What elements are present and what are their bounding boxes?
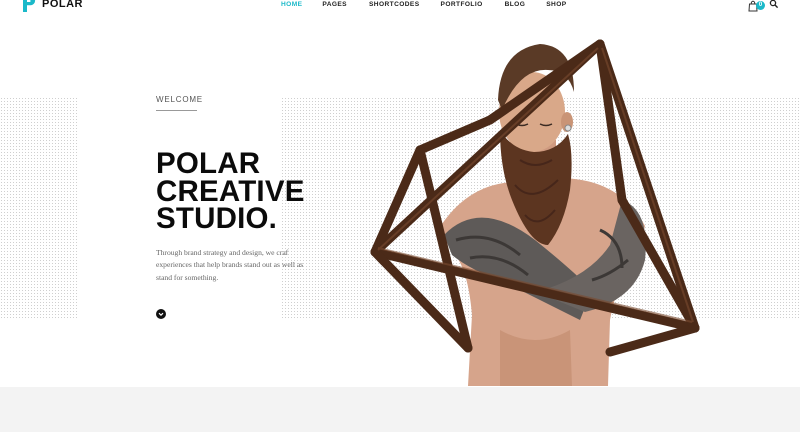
nav-pages[interactable]: PAGES [322, 1, 347, 8]
logo-text: POLAR [42, 0, 83, 10]
cart-count-badge: 0 [756, 1, 765, 10]
headline-line-2: CREATIVE [156, 174, 305, 208]
hero-description: Through brand strategy and design, we cr… [156, 248, 304, 282]
nav-portfolio[interactable]: PORTFOLIO [441, 1, 483, 8]
nav-shop[interactable]: SHOP [546, 1, 566, 8]
nav-blog[interactable]: BLOG [505, 1, 526, 8]
polar-logo-icon [23, 0, 36, 12]
cart-button[interactable]: 0 [747, 0, 765, 14]
hero-headline: POLAR CREATIVE STUDIO. [156, 147, 305, 235]
headline-line-1: POLAR [156, 147, 261, 180]
dot-pattern-left [0, 97, 79, 319]
logo[interactable]: POLAR [22, 0, 83, 12]
scroll-down-button[interactable] [156, 309, 166, 319]
welcome-label: WELCOME [156, 95, 203, 104]
headline-line-3: STUDIO. [156, 202, 278, 235]
chevron-down-icon [158, 312, 164, 317]
nav-home[interactable]: HOME [281, 1, 302, 8]
next-section-band [0, 387, 800, 432]
main-nav: HOME PAGES SHORTCODES PORTFOLIO BLOG SHO… [281, 1, 567, 8]
nav-shortcodes[interactable]: SHORTCODES [369, 1, 420, 8]
site-header: POLAR HOME PAGES SHORTCODES PORTFOLIO BL… [0, 0, 800, 16]
hero-image [370, 39, 700, 386]
search-icon[interactable] [769, 0, 779, 10]
welcome-underline [156, 110, 197, 111]
